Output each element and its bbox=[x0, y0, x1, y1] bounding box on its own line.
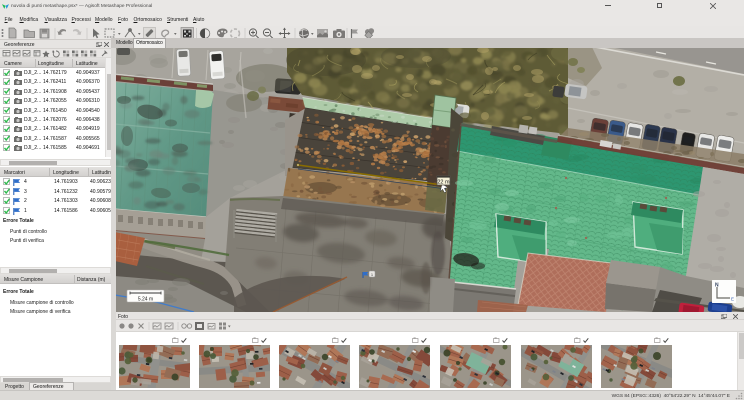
svg-text:22 m: 22 m bbox=[437, 179, 450, 185]
svg-text:5.24 m: 5.24 m bbox=[138, 296, 153, 302]
svg-text:N: N bbox=[715, 283, 719, 289]
svg-text:E: E bbox=[731, 297, 734, 302]
